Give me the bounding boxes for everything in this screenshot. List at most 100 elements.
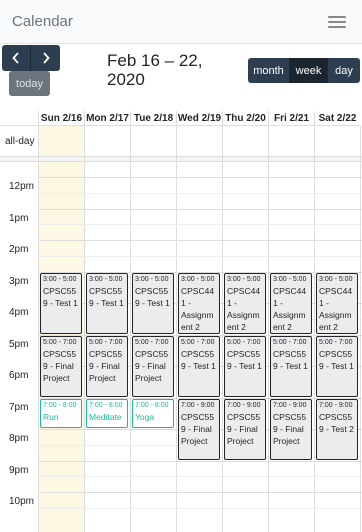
day-column-divider <box>360 126 361 532</box>
calendar-event[interactable]: 5:00 - 7:00 CPSC559 - Test 1 <box>224 335 266 397</box>
event-title: CPSC441 - Assignment 2 <box>319 285 353 332</box>
month-view-button[interactable]: month <box>248 58 290 83</box>
day-header[interactable]: Fri 2/21 <box>268 111 314 126</box>
event-title: CPSC441 - Assignment 2 <box>181 285 215 332</box>
hour-label: 9pm <box>9 464 29 476</box>
hour-gridline <box>38 208 362 210</box>
calendar-event[interactable]: 3:00 - 5:00 CPSC441 - Assignment 2 <box>224 272 266 334</box>
event-title: CPSC559 - Test 1 <box>181 348 216 371</box>
app-bar: Calendar <box>0 0 362 44</box>
day-header[interactable]: Thu 2/20 <box>222 111 268 126</box>
event-time: 5:00 - 7:00 <box>43 338 77 346</box>
day-header[interactable]: Sun 2/16 <box>38 111 84 126</box>
prev-next-group <box>2 45 60 71</box>
event-time: 3:00 - 5:00 <box>319 275 353 283</box>
calendar-event[interactable]: 5:00 - 7:00 CPSC559 - Test 1 <box>316 335 358 397</box>
day-header[interactable]: Tue 2/18 <box>130 111 176 126</box>
chevron-right-icon <box>42 52 50 64</box>
half-hour-gridline <box>38 192 362 194</box>
event-time: 3:00 - 5:00 <box>227 275 261 283</box>
date-range-title: Feb 16 – 22, 2020 <box>107 51 203 89</box>
event-time: 5:00 - 7:00 <box>227 338 261 346</box>
day-column-divider <box>130 126 131 532</box>
event-title: CPSC559 - Test 2 <box>319 411 354 434</box>
calendar-event[interactable]: 3:00 - 5:00 CPSC559 - Test 1 <box>40 272 82 334</box>
event-title: CPSC559 - Final Project <box>181 411 215 446</box>
calendar-event[interactable]: 3:00 - 5:00 CPSC441 - Assignment 2 <box>270 272 312 334</box>
calendar-event[interactable]: 3:00 - 5:00 CPSC441 - Assignment 2 <box>316 272 358 334</box>
event-title: Run <box>43 411 59 422</box>
event-time: 7:00 - 8:00 <box>43 401 77 409</box>
event-time: 5:00 - 7:00 <box>135 338 169 346</box>
event-time: 5:00 - 7:00 <box>89 338 123 346</box>
hour-label: 1pm <box>9 212 29 224</box>
day-column-divider <box>84 126 85 532</box>
event-time: 7:00 - 9:00 <box>273 401 307 409</box>
event-time: 7:00 - 9:00 <box>227 401 261 409</box>
hour-label: 6pm <box>9 370 29 381</box>
week-view-button[interactable]: week <box>290 58 328 83</box>
event-title: CPSC559 - Final Project <box>89 348 123 383</box>
event-time: 3:00 - 5:00 <box>89 275 123 283</box>
app-title: Calendar <box>12 13 73 30</box>
hour-label: 2pm <box>9 244 29 255</box>
calendar-event[interactable]: 7:00 - 9:00 CPSC559 - Test 2 <box>316 398 358 460</box>
today-button[interactable]: today <box>9 71 50 96</box>
hour-label: 5pm <box>9 338 29 350</box>
day-header[interactable]: Wed 2/19 <box>176 111 222 126</box>
calendar-event[interactable]: 7:00 - 9:00 CPSC559 - Final Project <box>270 398 312 460</box>
day-column-divider <box>176 126 177 532</box>
half-hour-gridline <box>38 255 362 257</box>
calendar-event[interactable]: 5:00 - 7:00 CPSC559 - Final Project <box>132 335 174 397</box>
day-view-button[interactable]: day <box>328 58 360 83</box>
calendar-event[interactable]: 3:00 - 5:00 CPSC441 - Assignment 2 <box>178 272 220 334</box>
calendar-event[interactable]: 3:00 - 5:00 CPSC559 - Test 1 <box>132 272 174 334</box>
day-column-divider <box>38 126 39 532</box>
hour-gridline <box>38 492 362 493</box>
event-title: CPSC559 - Test 1 <box>319 348 354 371</box>
calendar-event[interactable]: 5:00 - 7:00 CPSC559 - Test 1 <box>270 335 312 397</box>
hour-label: 4pm <box>9 307 29 318</box>
calendar-event[interactable]: 7:00 - 9:00 CPSC559 - Final Project <box>178 398 220 460</box>
event-time: 5:00 - 7:00 <box>273 338 307 346</box>
view-switcher: month week day <box>248 58 360 83</box>
event-title: CPSC559 - Test 1 <box>43 285 78 308</box>
event-title: CPSC559 - Final Project <box>227 411 261 446</box>
half-hour-gridline <box>38 476 362 478</box>
calendar-event[interactable]: 5:00 - 7:00 CPSC559 - Final Project <box>40 335 82 397</box>
event-time: 5:00 - 7:00 <box>319 338 353 346</box>
event-time: 3:00 - 5:00 <box>135 275 169 283</box>
hour-label: 8pm <box>9 433 29 444</box>
event-title: CPSC559 - Final Project <box>135 348 169 383</box>
calendar-event[interactable]: 7:00 - 8:00 Yoga <box>132 398 174 428</box>
day-column-divider <box>222 126 223 532</box>
header-corner <box>0 111 38 126</box>
event-title: CPSC441 - Assignment 2 <box>273 285 307 332</box>
day-header[interactable]: Sat 2/22 <box>314 111 360 126</box>
event-title: CPSC559 - Test 1 <box>135 285 170 308</box>
next-button[interactable] <box>31 45 60 71</box>
event-time: 3:00 - 5:00 <box>181 275 215 283</box>
menu-icon[interactable] <box>328 16 346 28</box>
calendar-event[interactable]: 3:00 - 5:00 CPSC559 - Test 1 <box>86 272 128 334</box>
event-title: Meditate <box>89 411 122 422</box>
hour-gridline <box>38 240 362 241</box>
day-header[interactable]: Mon 2/17 <box>84 111 130 126</box>
event-time: 5:00 - 7:00 <box>181 338 215 346</box>
event-title: Yoga <box>135 411 155 422</box>
calendar-event[interactable]: 7:00 - 9:00 CPSC559 - Final Project <box>224 398 266 460</box>
all-day-row[interactable]: all-day <box>0 126 362 157</box>
event-title: CPSC559 - Final Project <box>43 348 77 383</box>
half-hour-gridline <box>38 507 362 509</box>
prev-button[interactable] <box>2 45 31 71</box>
calendar-event[interactable]: 7:00 - 8:00 Meditate <box>86 398 128 428</box>
all-day-label: all-day <box>5 136 35 147</box>
calendar-event[interactable]: 5:00 - 7:00 CPSC559 - Final Project <box>86 335 128 397</box>
day-column-divider <box>314 126 315 532</box>
calendar-event[interactable]: 5:00 - 7:00 CPSC559 - Test 1 <box>178 335 220 397</box>
hour-gridline <box>38 177 362 178</box>
week-calendar-grid: all-day Sun 2/16 Mon 2/17 Tue 2/18 Wed 2/19… <box>0 111 362 532</box>
calendar-event[interactable]: 7:00 - 8:00 Run <box>40 398 82 428</box>
all-day-divider <box>0 157 362 162</box>
half-hour-gridline <box>38 224 362 226</box>
